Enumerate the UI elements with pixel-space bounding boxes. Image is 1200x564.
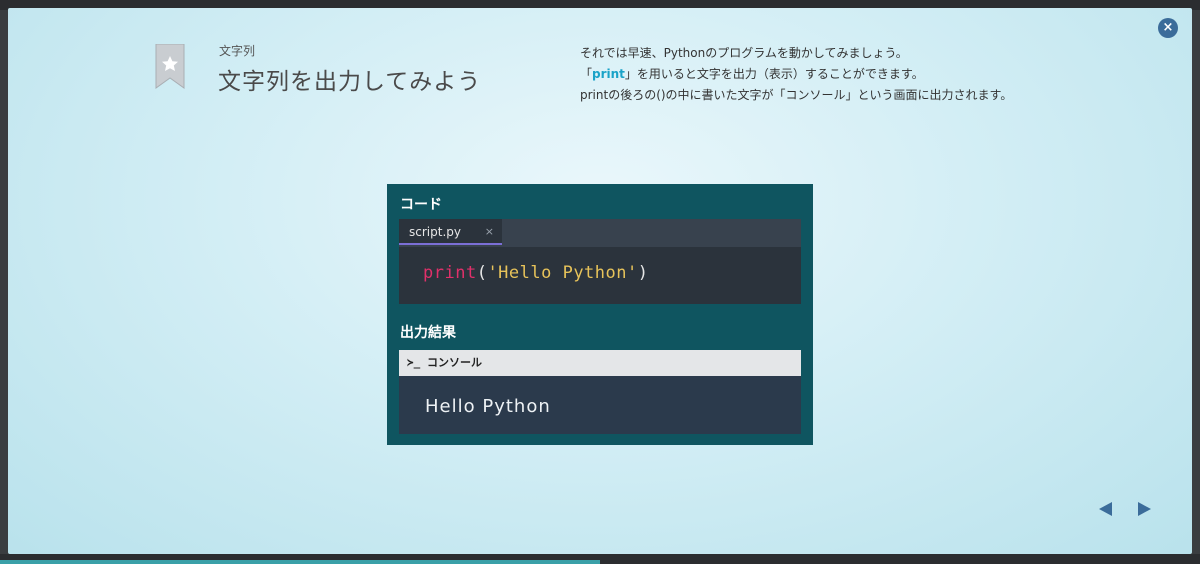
description-line-3: printの後ろの()の中に書いた文字が「コンソール」という画面に出力されます。 [580, 88, 1013, 102]
close-button[interactable]: × [1158, 18, 1178, 38]
editor-tab-script[interactable]: script.py × [399, 219, 502, 245]
description-keyword-print: print [592, 67, 625, 81]
editor-tab-label: script.py [409, 225, 461, 239]
description-line-1: それでは早速、Pythonのプログラムを動かしてみましょう。 [580, 46, 908, 60]
output-section-label: 出力結果 [400, 325, 456, 341]
code-paren-open: ( [476, 263, 488, 283]
console-output-box: ≻_ コンソール Hello Python [399, 350, 801, 434]
editor-tab-bar: script.py × [399, 219, 801, 247]
description-line-2: 「print」を用いると文字を出力（表示）することができます。 [580, 64, 1012, 85]
description-line-2-rest: 」を用いると文字を出力（表示）することができます。 [624, 67, 924, 81]
lesson-slide-modal: × 文字列 文字列を出力してみよう それでは早速、Pythonのプログラムを動か… [8, 8, 1192, 554]
next-slide-button[interactable] [1138, 502, 1151, 516]
code-function: print [423, 263, 477, 283]
close-icon: × [1162, 20, 1174, 35]
lesson-progress-bar [0, 560, 600, 564]
code-section-label: コード [400, 197, 442, 213]
console-header: ≻_ コンソール [399, 350, 801, 376]
code-paren-close: ) [637, 263, 649, 283]
code-editor: script.py × print('Hello Python') [399, 219, 801, 304]
lesson-category: 文字列 [219, 44, 256, 58]
console-output-text: Hello Python [425, 396, 551, 417]
description-quote-open: 「 [580, 67, 593, 81]
lesson-description: それでは早速、Pythonのプログラムを動かしてみましょう。 「print」を用… [580, 43, 1012, 106]
code-string: 'Hello Python' [487, 263, 638, 283]
console-title: コンソール [427, 356, 482, 369]
bookmark-star-icon [155, 44, 185, 89]
tab-close-icon[interactable]: × [485, 219, 494, 245]
prev-slide-button[interactable] [1099, 502, 1112, 516]
terminal-prompt-icon: ≻_ [407, 356, 421, 369]
example-panel: コード script.py × print('Hello Python') 出力… [387, 184, 813, 445]
lesson-title: 文字列を出力してみよう [218, 69, 482, 95]
code-line: print('Hello Python') [423, 263, 648, 283]
